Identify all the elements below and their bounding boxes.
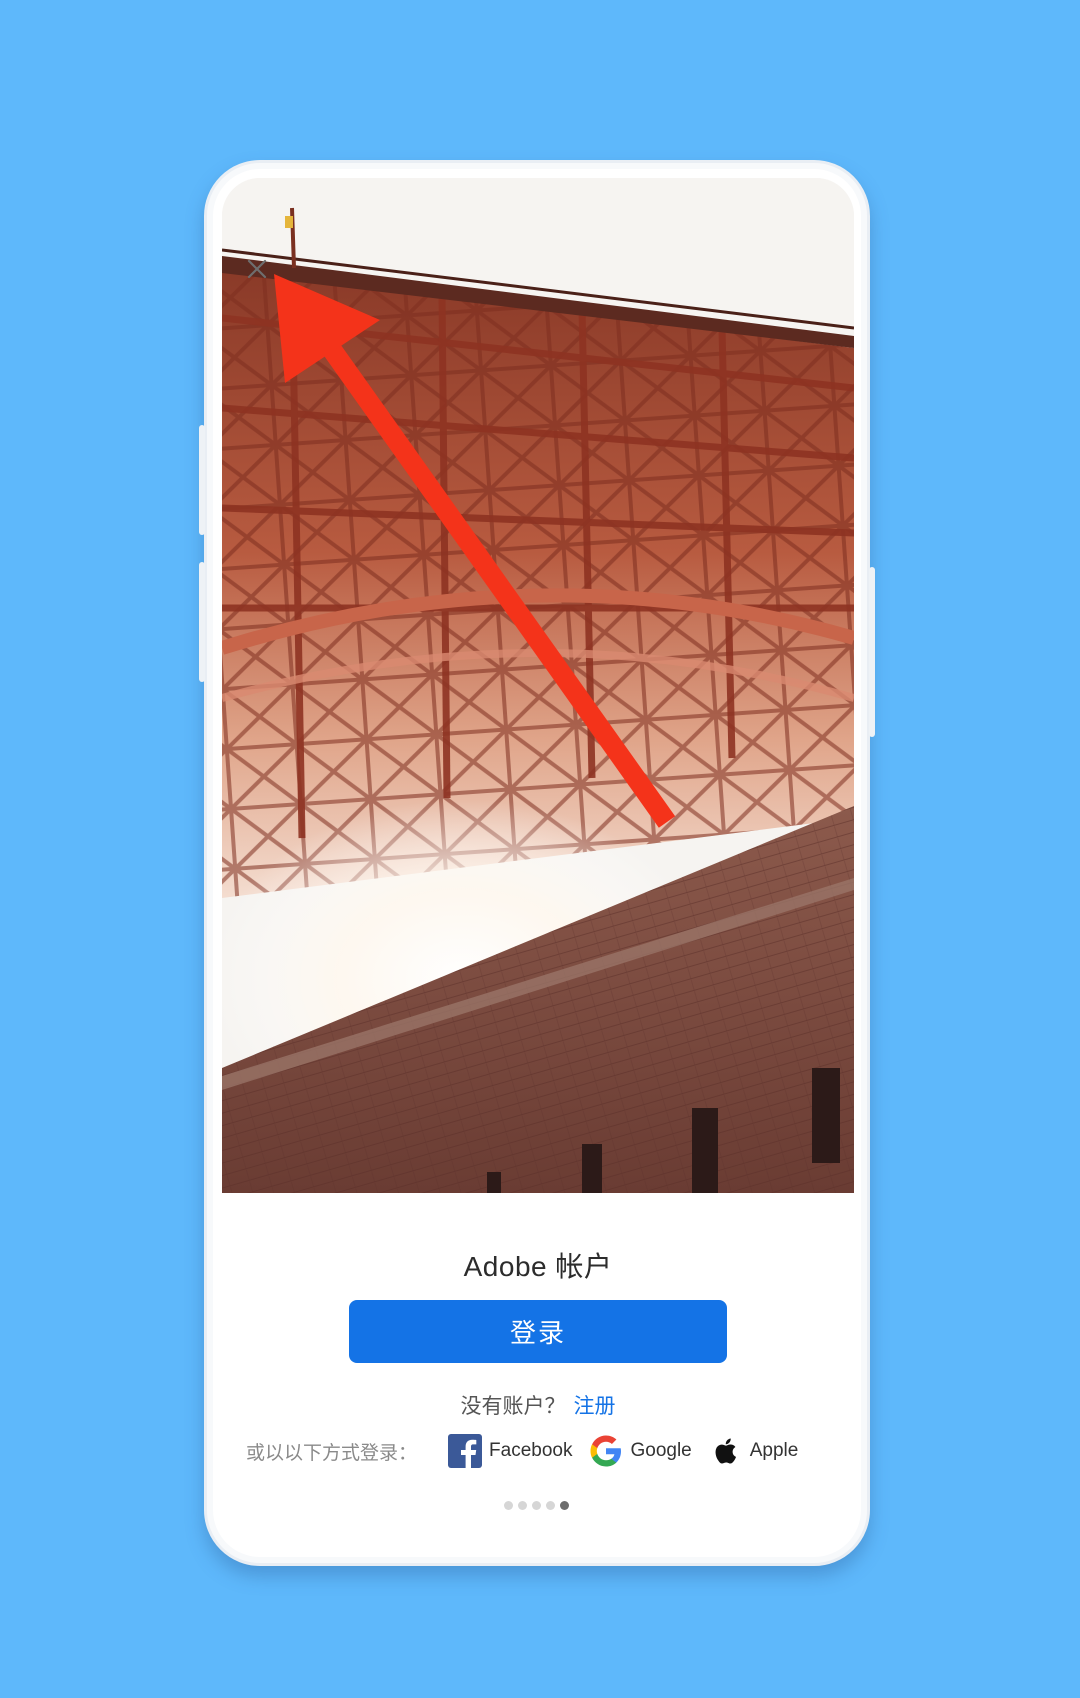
app-screen: Adobe 帐户 登录 没有账户？ 注册 或以以下方式登录： Facebook <box>222 178 854 1536</box>
register-row: 没有账户？ 注册 <box>222 1390 854 1420</box>
apple-label: Apple <box>749 1440 799 1461</box>
no-account-text: 没有账户？ <box>460 1395 566 1418</box>
page-title: Adobe 帐户 <box>463 1251 613 1282</box>
phone-side-button-left-top <box>199 425 205 535</box>
phone-side-button-right <box>869 567 875 737</box>
carousel-dot[interactable] <box>546 1501 555 1510</box>
phone-side-button-left-bottom <box>199 562 205 682</box>
register-link[interactable]: 注册 <box>574 1395 616 1418</box>
google-label: Google <box>630 1440 692 1461</box>
carousel-indicator <box>504 1501 574 1510</box>
carousel-dot[interactable] <box>518 1501 527 1510</box>
facebook-label: Facebook <box>489 1440 573 1461</box>
login-panel: Adobe 帐户 登录 没有账户？ 注册 或以以下方式登录： Facebook <box>222 1193 854 1536</box>
facebook-icon <box>448 1434 483 1468</box>
bridge-photo <box>222 178 854 1193</box>
carousel-dot[interactable] <box>532 1501 541 1510</box>
apple-login-button[interactable]: Apple <box>708 1433 799 1469</box>
facebook-login-button[interactable]: Facebook <box>447 1433 572 1469</box>
carousel-dot[interactable] <box>504 1501 513 1510</box>
google-login-button[interactable]: Google <box>588 1433 692 1469</box>
social-prompt: 或以以下方式登录： <box>246 1442 418 1464</box>
close-icon <box>247 259 267 279</box>
social-login-row: 或以以下方式登录： Facebook Google Apple <box>246 1431 814 1471</box>
apple-icon <box>715 1438 736 1464</box>
carousel-dot-active[interactable] <box>560 1501 569 1510</box>
login-button[interactable]: 登录 <box>349 1300 727 1363</box>
hero-image <box>222 178 854 1193</box>
google-icon <box>590 1435 622 1467</box>
close-button[interactable] <box>242 254 272 284</box>
